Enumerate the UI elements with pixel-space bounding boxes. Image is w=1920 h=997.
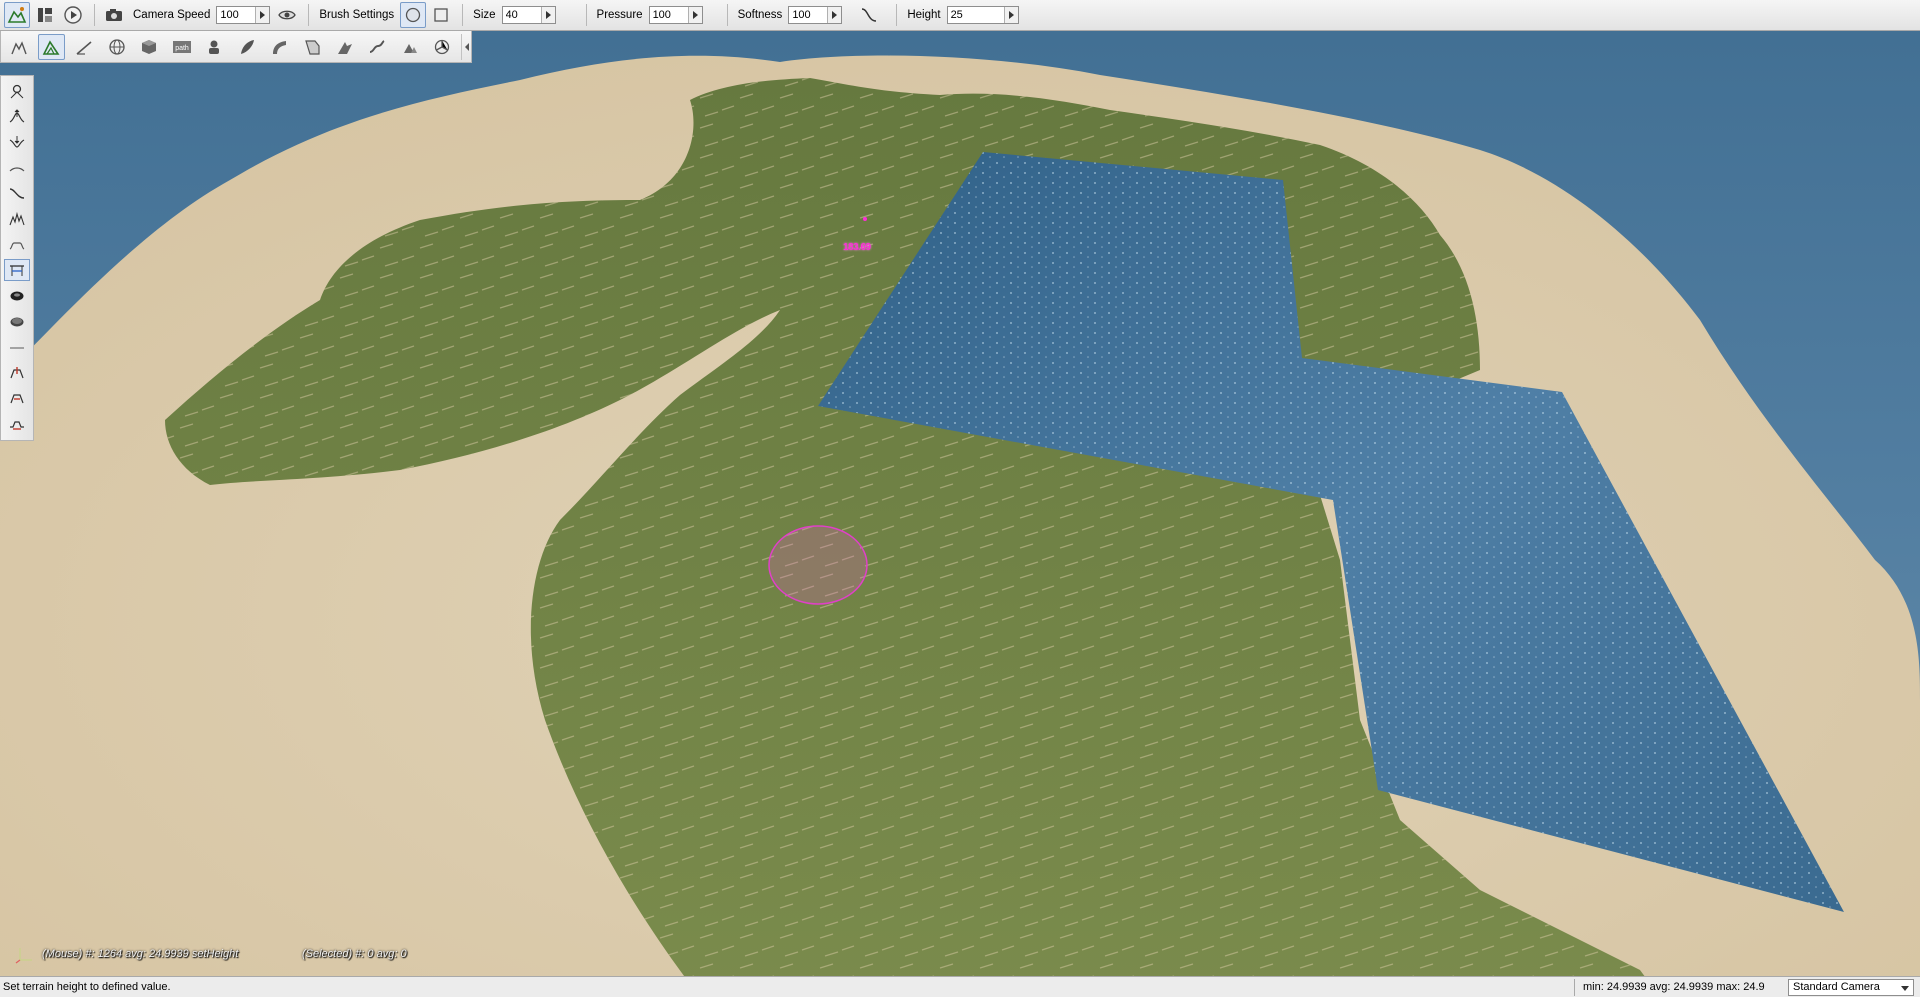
toolbar-separator <box>94 4 95 26</box>
brush-height-marker: 183.69 <box>843 242 871 253</box>
camera-speed-field[interactable] <box>216 6 271 24</box>
path-icon[interactable]: path <box>168 34 196 60</box>
selected-info-text: (Selected) #: 0 avg: 0 <box>302 948 407 960</box>
main-toolbar: Camera Speed Brush Settings Size Pressur… <box>0 0 1920 31</box>
terrain-scene <box>0 31 1920 976</box>
terrain-tools-palette <box>0 75 34 441</box>
editor-tool-palette: path <box>0 31 472 63</box>
terrain-tool-icon[interactable] <box>37 33 66 60</box>
softness-curve-icon[interactable] <box>856 2 882 28</box>
toolbar-separator <box>896 4 898 26</box>
lower-height-icon[interactable] <box>4 131 30 153</box>
height-stats: min: 24.9939 avg: 24.9939 max: 24.9 <box>1574 978 1782 996</box>
status-message: Set terrain height to defined value. <box>3 981 171 993</box>
pressure-input[interactable] <box>649 7 688 23</box>
viewport-3d[interactable]: 183.69 <box>0 31 1920 976</box>
size-label: Size <box>473 9 496 21</box>
size-spin-button[interactable] <box>540 7 555 23</box>
terrain-editor-icon[interactable] <box>4 2 30 28</box>
brush-select-icon[interactable] <box>4 80 30 102</box>
select-object-icon[interactable] <box>5 34 33 60</box>
softness-input[interactable] <box>789 7 828 23</box>
cube-icon[interactable] <box>135 34 163 60</box>
camera-speed-input[interactable] <box>217 7 256 23</box>
softness-spin-button[interactable] <box>827 7 842 23</box>
clear-terrain-icon[interactable] <box>4 284 30 306</box>
terrain-paint-icon[interactable] <box>70 34 98 60</box>
camera-icon[interactable] <box>101 2 127 28</box>
size-field[interactable] <box>501 6 556 24</box>
play-icon[interactable] <box>60 2 86 28</box>
bot-icon[interactable] <box>200 34 228 60</box>
brush-settings-label: Brush Settings <box>319 9 395 21</box>
axis-gizmo-icon <box>15 948 32 964</box>
adjust-slope-icon[interactable] <box>4 412 30 434</box>
height-field[interactable] <box>946 6 1019 24</box>
toolbar-separator <box>585 4 587 26</box>
brush-square-icon[interactable] <box>428 2 454 28</box>
hydraulic-erosion-icon[interactable] <box>4 361 30 383</box>
camera-speed-spin-button[interactable] <box>255 7 270 23</box>
thermal-erosion-icon[interactable] <box>4 335 30 357</box>
layout-icon[interactable] <box>32 2 58 28</box>
visibility-icon[interactable] <box>274 2 300 28</box>
mesh-road-icon[interactable] <box>331 34 359 60</box>
adjust-height-icon[interactable] <box>4 386 30 408</box>
pressure-field[interactable] <box>648 6 703 24</box>
toolbar-separator <box>726 4 728 26</box>
camera-speed-label: Camera Speed <box>133 9 211 21</box>
camera-select[interactable]: Standard Camera <box>1788 978 1914 996</box>
foliage-icon[interactable] <box>233 34 261 60</box>
physics-icon[interactable] <box>429 34 457 60</box>
size-input[interactable] <box>502 7 541 23</box>
set-height-icon[interactable] <box>4 258 30 281</box>
softness-field[interactable] <box>788 6 843 24</box>
pressure-label: Pressure <box>596 9 643 21</box>
flatten-icon[interactable] <box>4 233 30 255</box>
globe-icon[interactable] <box>103 34 131 60</box>
decal-icon[interactable] <box>298 34 326 60</box>
forest-brush-icon[interactable] <box>396 34 424 60</box>
status-bar: Set terrain height to defined value. min… <box>0 976 1920 997</box>
height-spin-button[interactable] <box>1003 7 1018 23</box>
river-icon[interactable] <box>363 34 391 60</box>
softness-label: Softness <box>737 9 783 21</box>
smooth-icon[interactable] <box>4 157 30 179</box>
camera-select-value: Standard Camera <box>1793 981 1880 993</box>
height-input[interactable] <box>947 7 1004 23</box>
pressure-spin-button[interactable] <box>687 7 702 23</box>
raise-height-icon[interactable] <box>4 106 30 128</box>
toolbar-separator <box>308 4 310 26</box>
smooth-slope-icon[interactable] <box>4 182 30 204</box>
restore-terrain-icon[interactable] <box>4 310 30 332</box>
path-badge: path <box>175 45 189 52</box>
brush-circle-icon[interactable] <box>400 2 427 28</box>
collapse-palette-button[interactable] <box>461 33 471 60</box>
paint-noise-icon[interactable] <box>4 208 30 230</box>
mouse-info-text: (Mouse) #: 1264 avg: 24.9939 setHeight <box>42 948 239 960</box>
road-icon[interactable] <box>266 34 294 60</box>
height-label: Height <box>907 9 941 21</box>
toolbar-separator <box>462 4 464 26</box>
